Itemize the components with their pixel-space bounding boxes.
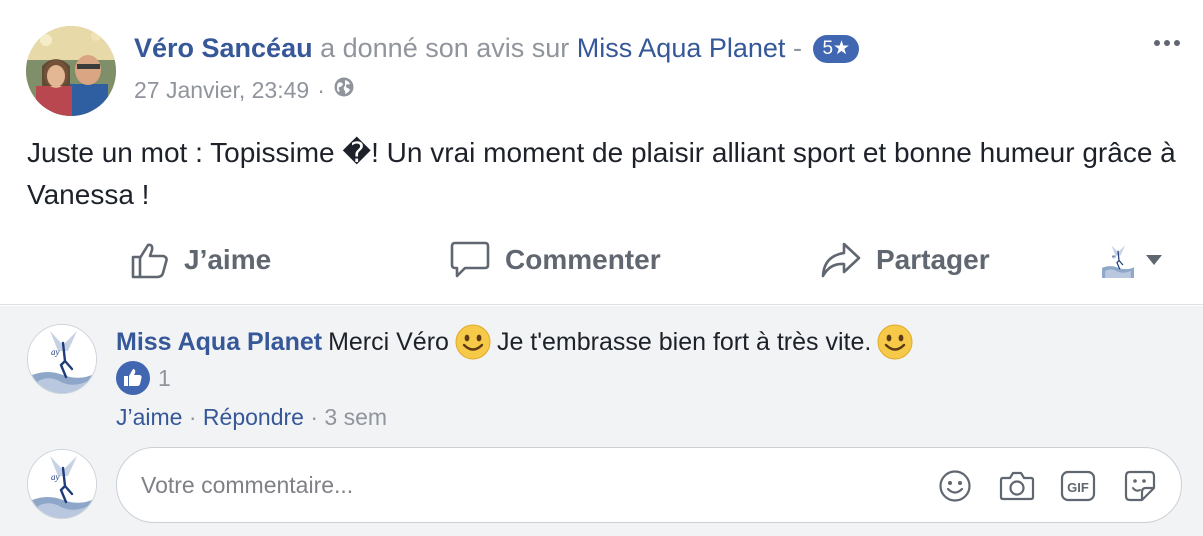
commenter-avatar[interactable] — [27, 324, 97, 394]
page-logo-icon — [1100, 242, 1136, 278]
comment-author[interactable]: Miss Aqua Planet — [116, 324, 322, 360]
comment-body: Miss Aqua Planet Merci Véro Je t'embrass… — [116, 324, 913, 360]
caret-down-icon — [1146, 255, 1162, 265]
more-dot-icon — [1174, 40, 1180, 46]
comment-text-part-1: Merci Véro — [328, 328, 449, 356]
comment-action-separator: · — [188, 404, 197, 430]
sticker-icon[interactable] — [1120, 466, 1160, 506]
page-link[interactable]: Miss Aqua Planet — [577, 33, 786, 63]
review-verb: a donné son avis sur — [320, 33, 570, 63]
posting-identity-switcher[interactable] — [1100, 232, 1164, 288]
comment-text-part-2: Je t'embrasse bien fort à très vite. — [496, 328, 872, 356]
smiley-emoji-icon — [455, 324, 491, 360]
gif-icon[interactable]: GIF — [1058, 466, 1098, 506]
svg-text:GIF: GIF — [1067, 480, 1089, 495]
post-header: Véro Sancéau a donné son avis sur Miss A… — [134, 30, 860, 66]
comment-action-separator: · — [310, 404, 319, 430]
comment-time[interactable]: 3 sem — [324, 404, 387, 430]
post-timestamp[interactable]: 27 Janvier, 23:49 — [134, 77, 309, 104]
comment-label: Commenter — [505, 244, 661, 275]
header-dash: - — [792, 33, 802, 63]
comment-button[interactable]: Commenter — [449, 232, 661, 288]
author-avatar[interactable] — [26, 26, 116, 116]
like-button[interactable]: J’aime — [130, 232, 271, 288]
camera-icon[interactable] — [997, 466, 1037, 506]
like-count: 1 — [158, 364, 171, 391]
comments-section: Miss Aqua Planet Merci Véro Je t'embrass… — [0, 306, 1203, 536]
globe-icon[interactable] — [333, 76, 355, 104]
speech-bubble-icon — [450, 241, 490, 278]
more-options-button[interactable] — [1149, 28, 1185, 58]
post-text: Juste un mot : Topissime �! Un vrai mome… — [27, 137, 1176, 210]
more-dot-icon — [1154, 40, 1160, 46]
like-label: J’aime — [184, 244, 272, 275]
review-post: Véro Sancéau a donné son avis sur Miss A… — [0, 0, 1203, 305]
thumbs-up-icon — [131, 243, 168, 279]
comment-input[interactable] — [141, 462, 921, 508]
share-arrow-icon — [821, 242, 861, 278]
comment-reply-link[interactable]: Répondre — [203, 404, 304, 430]
current-user-avatar — [27, 449, 97, 519]
comment-composer: GIF — [116, 447, 1182, 523]
post-actions: J’aime Commenter Partager — [0, 232, 1203, 288]
post-meta: 27 Janvier, 23:49 · — [134, 76, 355, 104]
comment-like-link[interactable]: J’aime — [116, 404, 182, 430]
comment-actions: J’aime · Répondre · 3 sem — [116, 402, 387, 432]
share-label: Partager — [876, 244, 990, 275]
emoji-picker-icon[interactable] — [935, 466, 975, 506]
comment-reactions[interactable]: 1 — [116, 361, 171, 395]
share-button[interactable]: Partager — [820, 232, 990, 288]
like-reaction-icon — [116, 361, 150, 395]
smiley-emoji-icon — [877, 324, 913, 360]
meta-separator: · — [317, 76, 325, 103]
author-name[interactable]: Véro Sancéau — [134, 33, 313, 63]
more-dot-icon — [1164, 40, 1170, 46]
rating-badge: 5★ — [813, 35, 860, 63]
